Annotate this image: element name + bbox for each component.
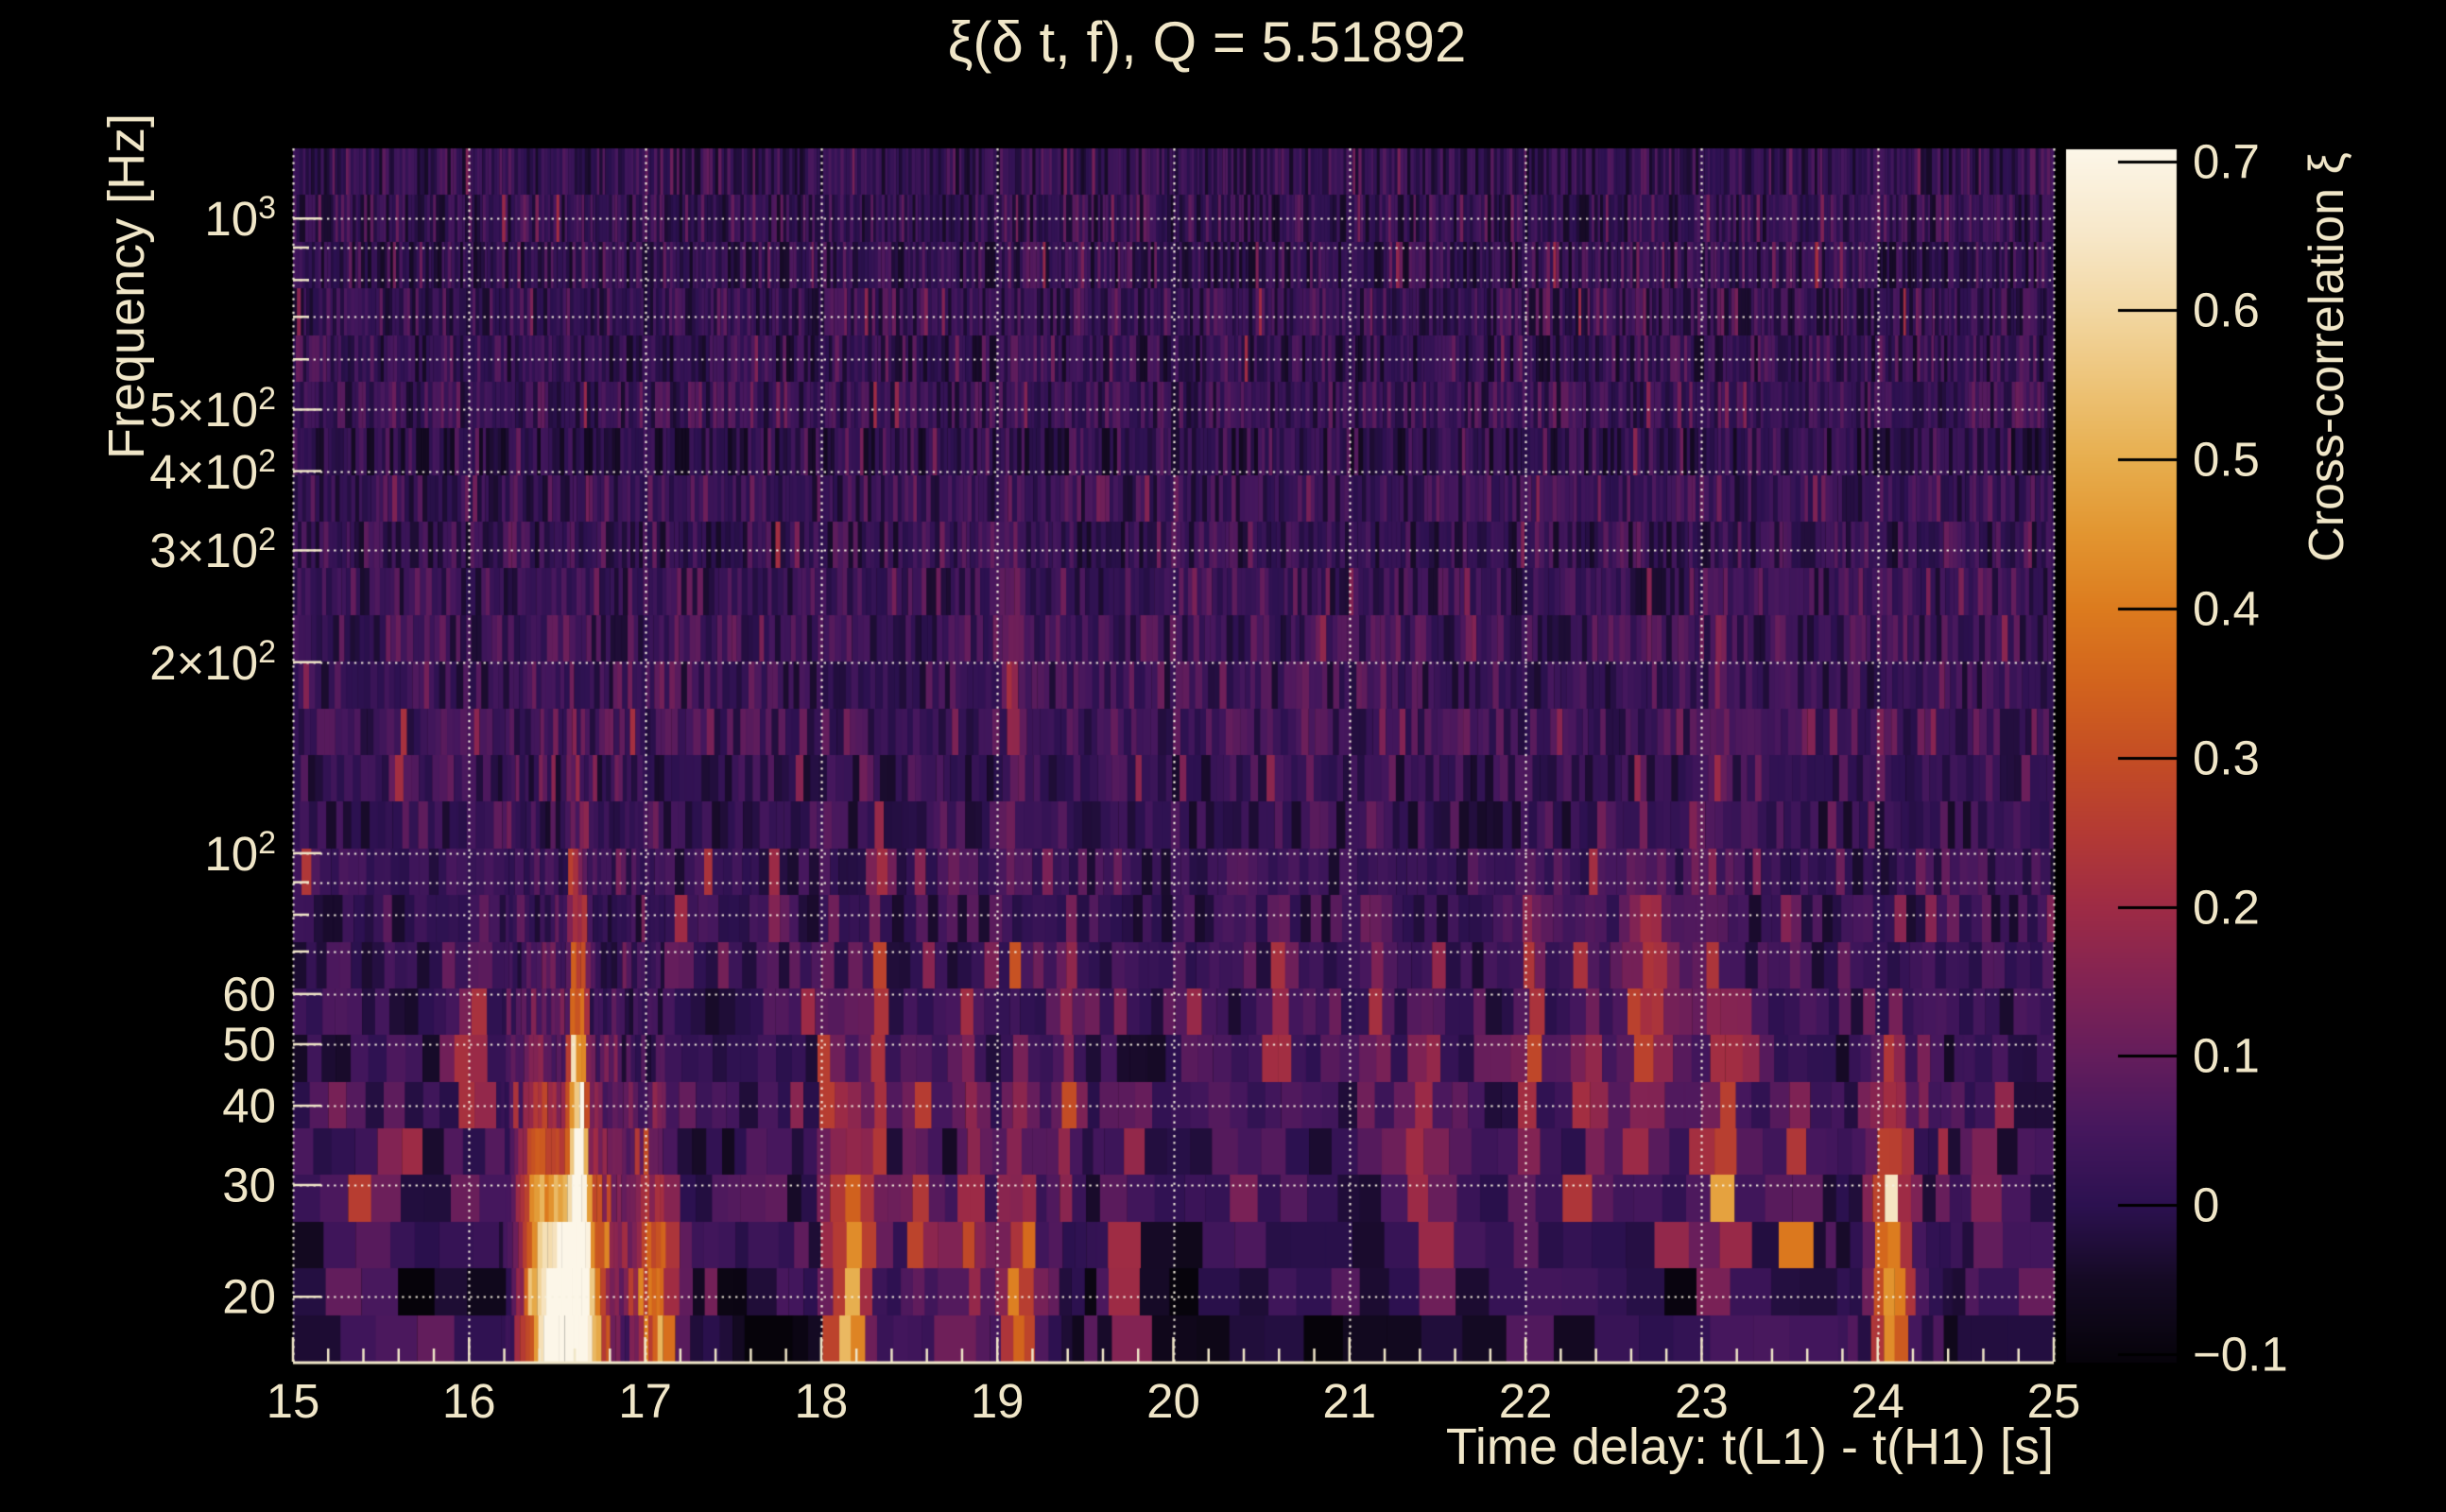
y-tick-label: 40 [222,1078,276,1133]
colorbar-tick-label: 0.4 [2193,581,2260,636]
x-tick-label: 16 [441,1374,496,1428]
y-tick-label: 103 [204,190,276,247]
x-tick-label: 21 [1322,1374,1377,1428]
x-tick-label: 24 [1851,1374,1905,1428]
colorbar-tick-label: −0.1 [2193,1327,2288,1382]
colorbar-tick-label: 0.7 [2193,134,2260,189]
x-tick-label: 17 [618,1374,672,1428]
y-tick-label: 60 [222,967,276,1022]
x-tick-label: 19 [970,1374,1025,1428]
y-tick-label: 3×102 [149,522,276,578]
x-tick-label: 22 [1498,1374,1553,1428]
spectrogram-canvas [0,0,2446,1512]
y-tick-label: 5×102 [149,381,276,438]
y-tick-label: 102 [204,824,276,881]
colorbar-tick-label: 0 [2193,1177,2220,1232]
colorbar-tick-label: 0.2 [2193,880,2260,935]
x-tick-label: 23 [1675,1374,1729,1428]
x-tick-label: 15 [266,1374,320,1428]
y-tick-label: 20 [222,1269,276,1324]
colorbar-title: Cross-correlation ξ [2300,152,2354,562]
figure-canvas: ξ(δ t, f), Q = 5.51892 Time delay: t(L1)… [0,0,2446,1512]
colorbar-tick-label: 0.1 [2193,1028,2260,1083]
chart-title: ξ(δ t, f), Q = 5.51892 [947,10,1467,74]
y-axis-title: Frequency [Hz] [98,112,155,460]
y-tick-label: 4×102 [149,442,276,499]
y-tick-label: 30 [222,1158,276,1212]
colorbar-tick-label: 0.3 [2193,730,2260,785]
colorbar-tick-label: 0.6 [2193,283,2260,337]
x-tick-label: 20 [1146,1374,1200,1428]
x-tick-label: 18 [794,1374,849,1428]
x-tick-label: 25 [2026,1374,2081,1428]
colorbar-tick-label: 0.5 [2193,432,2260,487]
y-tick-label: 2×102 [149,633,276,690]
y-tick-label: 50 [222,1017,276,1072]
